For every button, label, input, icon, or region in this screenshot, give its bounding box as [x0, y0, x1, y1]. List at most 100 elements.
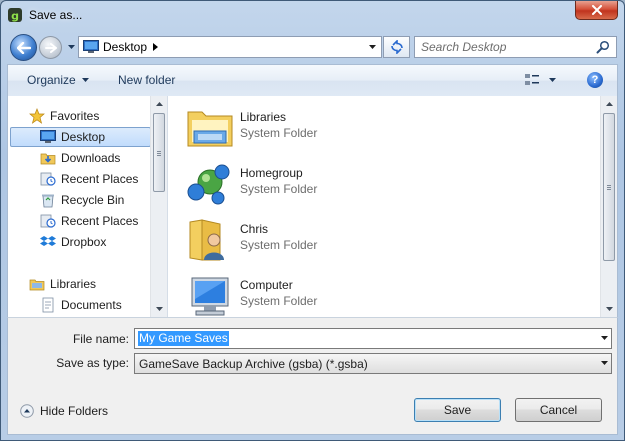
nav-item-label: Downloads	[61, 151, 121, 165]
chevron-down-icon	[368, 45, 376, 49]
file-item-homegroup[interactable]: Homegroup System Folder	[184, 156, 594, 208]
nav-item-libraries[interactable]: Libraries	[8, 274, 149, 294]
back-button[interactable]	[10, 34, 37, 61]
save-button[interactable]: Save	[414, 398, 501, 422]
scroll-up-icon[interactable]	[156, 102, 163, 106]
title-bar: g Save as...	[1, 1, 624, 31]
save-as-type-value: GameSave Backup Archive (gsba) (*.gsba)	[139, 357, 368, 371]
search-icon[interactable]	[596, 40, 610, 54]
help-button[interactable]: ?	[587, 72, 603, 88]
nav-item-label: Libraries	[50, 277, 97, 291]
star-icon	[29, 108, 45, 124]
libraries-folder-icon	[187, 111, 233, 147]
nav-item-label: Recent Places	[61, 172, 139, 186]
svg-text:g: g	[11, 10, 19, 23]
command-bar: Organize New folder ?	[7, 64, 618, 96]
nav-item-label: Favorites	[50, 109, 100, 123]
save-as-type-select[interactable]: GameSave Backup Archive (gsba) (*.gsba)	[134, 353, 612, 374]
gamesave-app-icon: g	[8, 8, 22, 23]
close-icon	[591, 5, 602, 15]
file-item-name: Computer	[240, 278, 293, 292]
address-bar[interactable]: Desktop	[78, 36, 382, 58]
nav-item-favorites[interactable]: Favorites	[8, 106, 149, 126]
nav-item-label: Recent Places	[61, 214, 139, 228]
file-item-type: System Folder	[240, 238, 318, 252]
breadcrumb-arrow-icon[interactable]	[153, 42, 161, 52]
chevron-down-icon	[601, 361, 608, 365]
file-item-name: Chris	[240, 222, 269, 236]
address-location: Desktop	[103, 40, 148, 54]
downloads-icon	[40, 153, 56, 165]
address-dropdown-button[interactable]	[365, 40, 379, 54]
file-list-scrollbar[interactable]	[600, 96, 617, 317]
arrow-right-icon	[44, 42, 57, 53]
forward-button[interactable]	[39, 36, 62, 59]
save-as-dialog: g Save as... Desktop Search Desktop Orga…	[0, 0, 625, 441]
documents-icon	[42, 297, 54, 313]
file-item-chris[interactable]: Chris System Folder	[184, 212, 594, 264]
address-row: Desktop	[1, 31, 624, 63]
organize-button[interactable]: Organize	[27, 73, 89, 87]
save-button-label: Save	[443, 403, 472, 417]
recycle-bin-icon	[42, 194, 54, 208]
file-scroll-thumb[interactable]	[603, 113, 615, 261]
file-name-field[interactable]: My Game Saves	[134, 328, 612, 349]
nav-pane-scrollbar[interactable]	[150, 96, 167, 317]
cancel-button[interactable]: Cancel	[515, 398, 602, 422]
nav-item-documents[interactable]: Documents	[8, 295, 149, 315]
file-item-name: Homegroup	[240, 166, 303, 180]
hide-folders-label: Hide Folders	[40, 404, 109, 418]
hide-folders-button[interactable]: Hide Folders	[20, 404, 108, 418]
chevron-down-icon[interactable]	[601, 336, 608, 340]
chevron-down-icon	[81, 78, 89, 82]
file-name-value[interactable]: My Game Saves	[138, 331, 229, 346]
refresh-icon	[390, 40, 403, 54]
nav-item-label: Recycle Bin	[61, 193, 125, 207]
file-item-type: System Folder	[240, 126, 318, 140]
window-title: Save as...	[29, 8, 83, 22]
refresh-button[interactable]	[383, 36, 410, 58]
libraries-icon	[29, 279, 45, 291]
search-box[interactable]	[414, 36, 617, 58]
arrow-left-icon	[16, 41, 31, 54]
file-name-label: File name:	[72, 332, 129, 346]
file-list: Libraries System Folder Homegroup System…	[167, 96, 618, 317]
scroll-up-icon[interactable]	[606, 102, 613, 106]
nav-item-recent-places[interactable]: Recent Places	[8, 169, 149, 189]
desktop-icon	[83, 40, 99, 53]
file-item-type: System Folder	[240, 182, 318, 196]
search-input[interactable]	[421, 39, 591, 55]
save-as-type-label: Save as type:	[56, 356, 129, 370]
nav-item-downloads[interactable]: Downloads	[8, 148, 149, 168]
navigation-pane: Favorites Desktop Downloads Recent Place…	[7, 96, 167, 317]
scroll-down-icon[interactable]	[156, 307, 163, 311]
dropbox-icon	[40, 236, 56, 246]
cancel-button-label: Cancel	[539, 403, 578, 417]
recent-locations-button[interactable]	[65, 40, 77, 54]
view-options-icon[interactable]	[524, 73, 540, 87]
save-options-panel: File name: My Game Saves Save as type: G…	[7, 317, 618, 435]
nav-item-recent-places-2[interactable]: Recent Places	[8, 211, 149, 231]
file-item-type: System Folder	[240, 294, 318, 308]
view-options-dropdown-icon[interactable]	[549, 78, 556, 82]
scroll-down-icon[interactable]	[606, 307, 613, 311]
nav-item-label: Dropbox	[61, 235, 107, 249]
nav-scroll-thumb[interactable]	[153, 113, 165, 192]
file-item-libraries[interactable]: Libraries System Folder	[184, 100, 594, 152]
new-folder-label: New folder	[118, 73, 176, 87]
nav-item-label: Documents	[61, 298, 122, 312]
nav-item-dropbox[interactable]: Dropbox	[8, 232, 149, 252]
nav-item-desktop[interactable]: Desktop	[10, 127, 151, 147]
new-folder-button[interactable]: New folder	[118, 73, 175, 87]
computer-icon	[191, 277, 229, 316]
chevron-up-circle-icon	[20, 404, 34, 418]
homegroup-icon	[187, 164, 230, 205]
chevron-down-icon	[67, 45, 75, 49]
user-folder-icon	[189, 219, 224, 261]
nav-item-recycle-bin[interactable]: Recycle Bin	[8, 190, 149, 210]
help-icon: ?	[591, 74, 599, 86]
organize-label: Organize	[27, 73, 76, 87]
desktop-icon	[40, 130, 56, 143]
file-item-computer[interactable]: Computer System Folder	[184, 268, 594, 317]
close-button[interactable]	[575, 1, 618, 20]
